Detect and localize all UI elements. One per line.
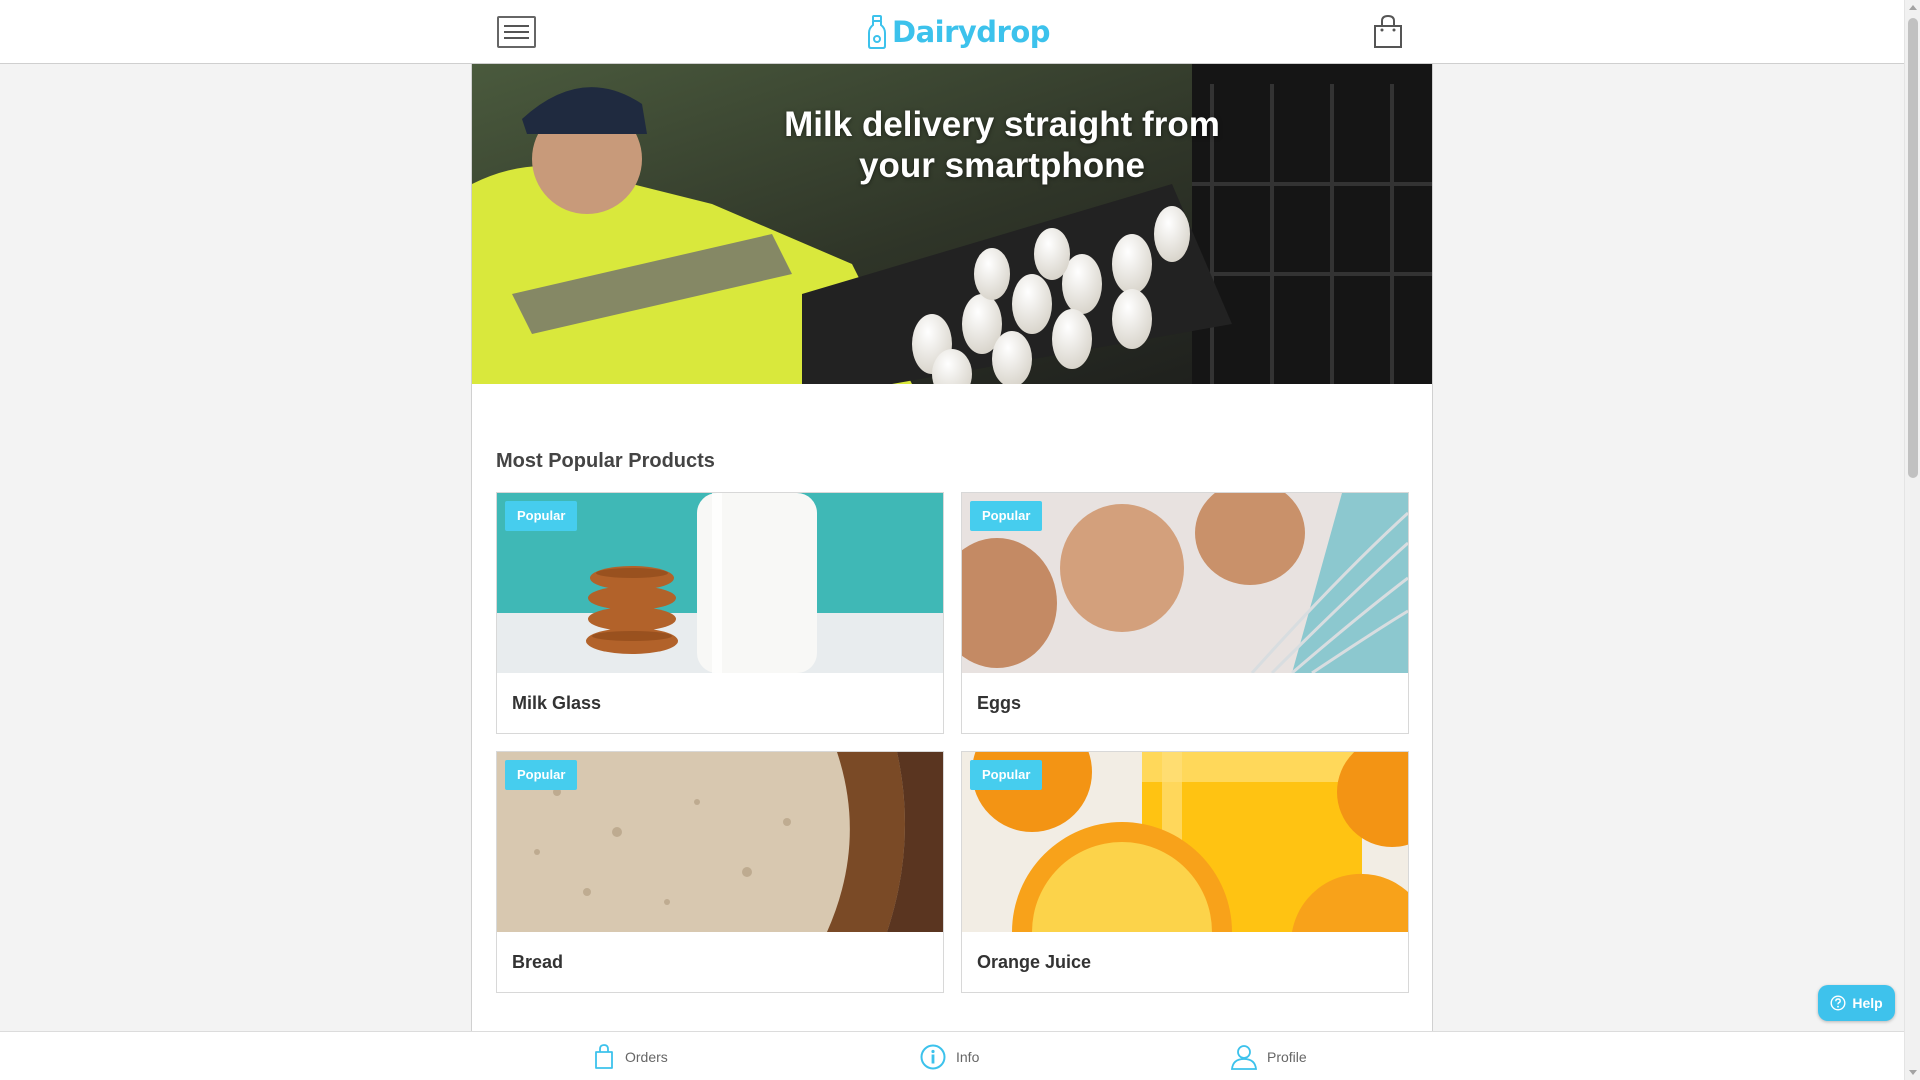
bottom-navigation: Orders Info Profile — [0, 1031, 1904, 1080]
popular-badge: Popular — [505, 760, 578, 790]
nav-label: Info — [956, 1049, 980, 1065]
popular-badge: Popular — [970, 501, 1043, 531]
user-icon — [1231, 1045, 1257, 1070]
product-card-bread[interactable]: Popular Bread — [496, 751, 944, 993]
popular-badge: Popular — [970, 760, 1043, 790]
top-bar: Dairydrop — [0, 0, 1904, 64]
shopping-bag-icon — [1374, 14, 1402, 48]
help-button[interactable]: Help — [1818, 985, 1895, 1021]
nav-item-info[interactable]: Info — [920, 1044, 979, 1070]
product-card-orange-juice[interactable]: Popular Orange Juice — [961, 751, 1409, 993]
milk-bottle-icon — [868, 15, 886, 49]
product-name: Milk Glass — [512, 693, 602, 713]
question-circle-icon — [1830, 995, 1846, 1011]
hero-banner: Milk delivery straight from your smartph… — [472, 64, 1432, 384]
brand-name: Dairydrop — [892, 15, 1051, 49]
hero-title: Milk delivery straight from your smartph… — [784, 105, 1220, 185]
scroll-thumb[interactable] — [1908, 18, 1918, 478]
nav-item-orders[interactable]: Orders — [593, 1044, 668, 1070]
shopping-bag-icon — [595, 1044, 613, 1069]
nav-label: Profile — [1267, 1049, 1307, 1065]
scroll-up-arrow[interactable] — [1909, 5, 1917, 10]
help-label: Help — [1852, 995, 1883, 1011]
main-content: Milk delivery straight from your smartph… — [471, 64, 1433, 1031]
product-card-milk-glass[interactable]: Popular Milk Glass — [496, 492, 944, 734]
brand-logo[interactable]: Dairydrop — [868, 12, 1051, 52]
product-name: Eggs — [977, 693, 1022, 713]
product-name: Orange Juice — [977, 952, 1092, 972]
section-title: Most Popular Products — [496, 450, 715, 472]
info-icon — [920, 1044, 946, 1070]
scroll-down-arrow[interactable] — [1909, 1070, 1917, 1075]
cart-button[interactable] — [1372, 14, 1404, 49]
page-scrollbar[interactable] — [1904, 0, 1920, 1080]
popular-badge: Popular — [505, 501, 578, 531]
product-card-eggs[interactable]: Popular Eggs — [961, 492, 1409, 734]
nav-item-profile[interactable]: Profile — [1231, 1044, 1307, 1070]
product-name: Bread — [512, 952, 564, 972]
nav-label: Orders — [625, 1049, 668, 1065]
hamburger-menu-icon[interactable] — [497, 16, 536, 48]
